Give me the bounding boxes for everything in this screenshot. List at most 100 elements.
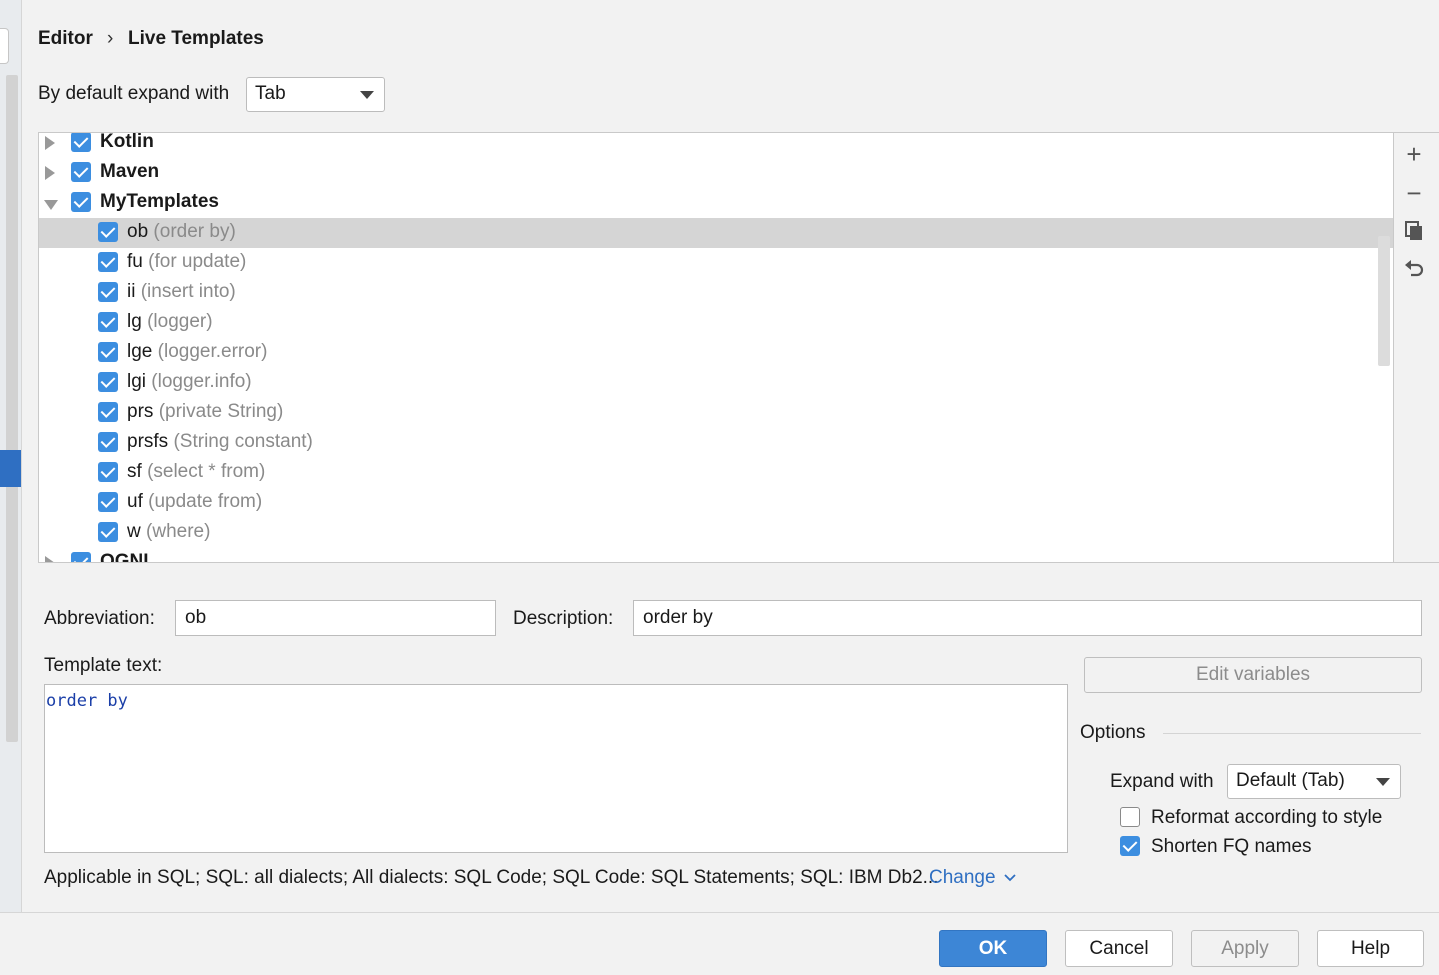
template-item-prsfs[interactable]: prsfs (String constant) bbox=[39, 428, 1393, 458]
template-description: (for update) bbox=[148, 251, 247, 272]
template-checkbox[interactable] bbox=[98, 312, 118, 332]
template-item-w[interactable]: w (where) bbox=[39, 518, 1393, 548]
ok-button[interactable]: OK bbox=[939, 930, 1047, 967]
template-checkbox[interactable] bbox=[98, 252, 118, 272]
group-name: Kotlin bbox=[100, 132, 154, 152]
default-expand-value: Tab bbox=[255, 83, 286, 104]
expand-open-icon[interactable] bbox=[44, 200, 58, 210]
template-item-lgi[interactable]: lgi (logger.info) bbox=[39, 368, 1393, 398]
breadcrumb-editor[interactable]: Editor bbox=[38, 28, 93, 50]
template-checkbox[interactable] bbox=[98, 492, 118, 512]
group-checkbox[interactable] bbox=[71, 162, 91, 182]
abbreviation-input[interactable]: ob bbox=[175, 600, 496, 636]
template-label: prsfs (String constant) bbox=[127, 431, 313, 453]
group-checkbox[interactable] bbox=[71, 133, 91, 152]
tree-group-kotlin[interactable]: Kotlin bbox=[39, 132, 1393, 158]
template-label: uf (update from) bbox=[127, 491, 262, 513]
change-contexts-link[interactable]: Change bbox=[929, 867, 1017, 889]
template-item-sf[interactable]: sf (select * from) bbox=[39, 458, 1393, 488]
template-checkbox[interactable] bbox=[98, 282, 118, 302]
tree-group-ognl[interactable]: OGNL bbox=[39, 548, 1393, 563]
description-input[interactable]: order by bbox=[633, 600, 1422, 636]
template-label: ii (insert into) bbox=[127, 281, 236, 303]
template-description: (order by) bbox=[153, 221, 236, 242]
edit-variables-button[interactable]: Edit variables bbox=[1084, 657, 1422, 693]
template-description: (select * from) bbox=[147, 461, 266, 482]
template-abbreviation: w bbox=[127, 521, 141, 542]
change-link-text: Change bbox=[929, 867, 996, 888]
cancel-button[interactable]: Cancel bbox=[1065, 930, 1173, 967]
abbreviation-label: Abbreviation: bbox=[44, 608, 155, 629]
template-abbreviation: prs bbox=[127, 401, 154, 422]
group-checkbox[interactable] bbox=[71, 192, 91, 212]
template-checkbox[interactable] bbox=[98, 462, 118, 482]
reformat-label: Reformat according to style bbox=[1151, 807, 1383, 828]
group-name: MyTemplates bbox=[100, 191, 219, 212]
tree-toolbar: + − bbox=[1394, 132, 1439, 563]
default-expand-select[interactable]: Tab bbox=[246, 77, 385, 112]
copy-icon[interactable] bbox=[1402, 220, 1426, 244]
sidebar-scrollbar[interactable] bbox=[6, 75, 18, 742]
template-label: sf (select * from) bbox=[127, 461, 265, 483]
default-expand-label: By default expand with bbox=[38, 83, 230, 104]
expand-closed-icon[interactable] bbox=[45, 556, 55, 562]
template-label: lg (logger) bbox=[127, 311, 213, 333]
template-label: w (where) bbox=[127, 521, 210, 543]
template-checkbox[interactable] bbox=[98, 522, 118, 542]
settings-search-input[interactable] bbox=[0, 28, 9, 64]
template-label: lge (logger.error) bbox=[127, 341, 267, 363]
apply-button[interactable]: Apply bbox=[1191, 930, 1299, 967]
template-description: (logger.error) bbox=[157, 341, 268, 362]
template-checkbox[interactable] bbox=[98, 402, 118, 422]
expand-closed-icon[interactable] bbox=[45, 166, 55, 180]
expand-with-label: Expand with bbox=[1110, 771, 1214, 792]
breadcrumb: Editor › Live Templates bbox=[38, 28, 438, 54]
expand-closed-icon[interactable] bbox=[45, 136, 55, 150]
template-description: (insert into) bbox=[140, 281, 236, 302]
template-checkbox[interactable] bbox=[98, 432, 118, 452]
template-label: fu (for update) bbox=[127, 251, 246, 273]
template-item-ob[interactable]: ob (order by) bbox=[39, 218, 1393, 248]
template-item-ii[interactable]: ii (insert into) bbox=[39, 278, 1393, 308]
template-description: (update from) bbox=[148, 491, 263, 512]
template-item-fu[interactable]: fu (for update) bbox=[39, 248, 1393, 278]
tree-scrollbar[interactable] bbox=[1378, 236, 1390, 366]
reformat-checkbox[interactable] bbox=[1120, 807, 1140, 827]
undo-icon[interactable] bbox=[1402, 259, 1426, 283]
template-item-uf[interactable]: uf (update from) bbox=[39, 488, 1393, 518]
template-label: lgi (logger.info) bbox=[127, 371, 252, 393]
tree-group-mytemplates[interactable]: MyTemplates bbox=[39, 188, 1393, 218]
template-checkbox[interactable] bbox=[98, 342, 118, 362]
template-description: (where) bbox=[146, 521, 211, 542]
help-button[interactable]: Help bbox=[1317, 930, 1424, 967]
template-abbreviation: fu bbox=[127, 251, 143, 272]
shorten-fq-checkbox[interactable] bbox=[1120, 836, 1140, 856]
plus-icon[interactable]: + bbox=[1402, 141, 1426, 167]
template-description: (logger.info) bbox=[151, 371, 252, 392]
template-abbreviation: ob bbox=[127, 221, 149, 242]
minus-icon[interactable]: − bbox=[1402, 180, 1426, 206]
template-text-editor[interactable]: order by bbox=[44, 684, 1068, 853]
tree-group-maven[interactable]: Maven bbox=[39, 158, 1393, 188]
applicable-contexts: Applicable in SQL; SQL: all dialects; Al… bbox=[44, 867, 939, 888]
template-item-lge[interactable]: lge (logger.error) bbox=[39, 338, 1393, 368]
template-label: ob (order by) bbox=[127, 221, 236, 243]
template-label: prs (private String) bbox=[127, 401, 283, 423]
template-item-prs[interactable]: prs (private String) bbox=[39, 398, 1393, 428]
template-checkbox[interactable] bbox=[98, 222, 118, 242]
group-name: OGNL bbox=[100, 551, 155, 563]
options-divider bbox=[1163, 733, 1421, 734]
group-checkbox[interactable] bbox=[71, 552, 91, 562]
sidebar-selected-item[interactable] bbox=[0, 450, 21, 487]
template-item-lg[interactable]: lg (logger) bbox=[39, 308, 1393, 338]
chevron-down-icon bbox=[1004, 874, 1016, 882]
template-checkbox[interactable] bbox=[98, 372, 118, 392]
expand-with-select[interactable]: Default (Tab) bbox=[1227, 764, 1401, 799]
template-text-label: Template text: bbox=[44, 655, 163, 676]
template-description: (String constant) bbox=[173, 431, 313, 452]
description-label: Description: bbox=[513, 608, 614, 629]
breadcrumb-separator: › bbox=[107, 28, 114, 49]
template-description: (private String) bbox=[158, 401, 284, 422]
template-abbreviation: ii bbox=[127, 281, 136, 302]
templates-tree[interactable]: Kotlin Maven MyTemplates ob (order by) fu (f… bbox=[38, 132, 1394, 563]
